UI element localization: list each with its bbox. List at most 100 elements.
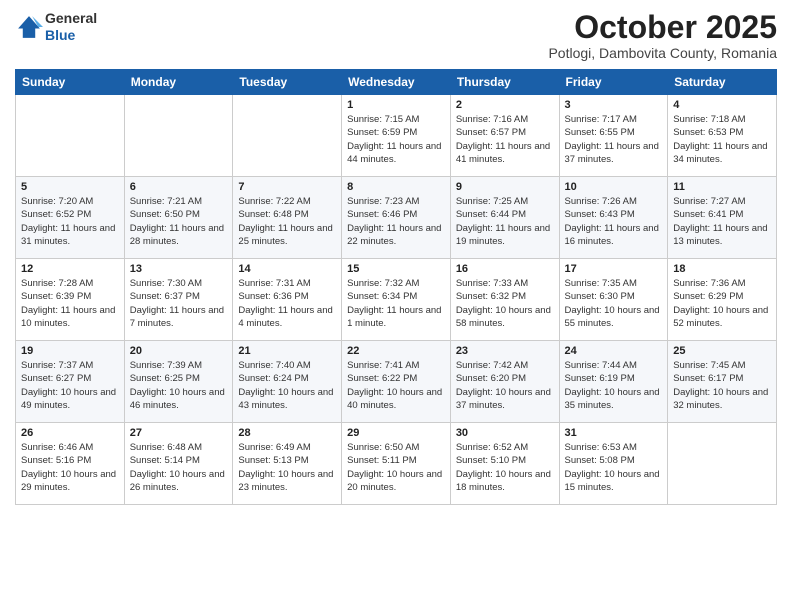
calendar-row: 1 Sunrise: 7:15 AMSunset: 6:59 PMDaylight…: [16, 95, 777, 177]
day-info: Sunrise: 7:31 AMSunset: 6:36 PMDaylight:…: [238, 277, 336, 330]
day-number: 16: [456, 263, 554, 275]
day-number: 20: [130, 345, 228, 357]
weekday-header: Tuesday: [233, 70, 342, 95]
calendar-cell: 29 Sunrise: 6:50 AMSunset: 5:11 PMDayligh…: [342, 423, 451, 505]
day-info: Sunrise: 6:50 AMSunset: 5:11 PMDaylight:…: [347, 441, 445, 494]
calendar-cell: 2 Sunrise: 7:16 AMSunset: 6:57 PMDaylight…: [450, 95, 559, 177]
day-number: 12: [21, 263, 119, 275]
location: Potlogi, Dambovita County, Romania: [548, 45, 777, 61]
calendar-cell: 16 Sunrise: 7:33 AMSunset: 6:32 PMDayligh…: [450, 259, 559, 341]
calendar-row: 26Sunrise: 6:46 AMSunset: 5:16 PMDayligh…: [16, 423, 777, 505]
day-info: Sunrise: 6:49 AMSunset: 5:13 PMDaylight:…: [238, 441, 336, 494]
day-number: 19: [21, 345, 119, 357]
calendar-cell: 28Sunrise: 6:49 AMSunset: 5:13 PMDayligh…: [233, 423, 342, 505]
day-number: 22: [347, 345, 445, 357]
calendar-cell: [16, 95, 125, 177]
calendar-cell: [124, 95, 233, 177]
calendar-cell: 5Sunrise: 7:20 AMSunset: 6:52 PMDaylight…: [16, 177, 125, 259]
day-number: 10: [565, 181, 663, 193]
day-info: Sunrise: 7:26 AMSunset: 6:43 PMDaylight:…: [565, 195, 663, 248]
calendar-cell: 12 Sunrise: 7:28 AMSunset: 6:39 PMDayligh…: [16, 259, 125, 341]
calendar-cell: 18Sunrise: 7:36 AMSunset: 6:29 PMDayligh…: [668, 259, 777, 341]
day-info: Sunrise: 7:20 AMSunset: 6:52 PMDaylight:…: [21, 195, 119, 248]
day-number: 11: [673, 181, 771, 193]
calendar-cell: 13Sunrise: 7:30 AMSunset: 6:37 PMDayligh…: [124, 259, 233, 341]
day-info: Sunrise: 7:42 AMSunset: 6:20 PMDaylight:…: [456, 359, 554, 412]
day-number: 14: [238, 263, 336, 275]
calendar-cell: 7 Sunrise: 7:22 AMSunset: 6:48 PMDaylight…: [233, 177, 342, 259]
logo-text: General Blue: [45, 10, 97, 44]
day-number: 21: [238, 345, 336, 357]
weekday-header: Wednesday: [342, 70, 451, 95]
calendar-cell: 26Sunrise: 6:46 AMSunset: 5:16 PMDayligh…: [16, 423, 125, 505]
calendar-cell: 23Sunrise: 7:42 AMSunset: 6:20 PMDayligh…: [450, 341, 559, 423]
day-info: Sunrise: 7:17 AMSunset: 6:55 PMDaylight:…: [565, 113, 663, 166]
day-info: Sunrise: 7:35 AMSunset: 6:30 PMDaylight:…: [565, 277, 663, 330]
weekday-header-row: SundayMondayTuesdayWednesdayThursdayFrid…: [16, 70, 777, 95]
day-number: 7: [238, 181, 336, 193]
day-info: Sunrise: 6:53 AMSunset: 5:08 PMDaylight:…: [565, 441, 663, 494]
calendar-cell: 19Sunrise: 7:37 AMSunset: 6:27 PMDayligh…: [16, 341, 125, 423]
calendar-cell: 30Sunrise: 6:52 AMSunset: 5:10 PMDayligh…: [450, 423, 559, 505]
day-number: 4: [673, 99, 771, 111]
calendar-cell: [233, 95, 342, 177]
calendar-row: 19Sunrise: 7:37 AMSunset: 6:27 PMDayligh…: [16, 341, 777, 423]
calendar-cell: 3Sunrise: 7:17 AMSunset: 6:55 PMDaylight…: [559, 95, 668, 177]
day-info: Sunrise: 7:30 AMSunset: 6:37 PMDaylight:…: [130, 277, 228, 330]
calendar-cell: 22 Sunrise: 7:41 AMSunset: 6:22 PMDayligh…: [342, 341, 451, 423]
day-number: 31: [565, 427, 663, 439]
day-info: Sunrise: 7:23 AMSunset: 6:46 PMDaylight:…: [347, 195, 445, 248]
day-number: 2: [456, 99, 554, 111]
calendar-cell: 6 Sunrise: 7:21 AMSunset: 6:50 PMDaylight…: [124, 177, 233, 259]
day-info: Sunrise: 7:16 AMSunset: 6:57 PMDaylight:…: [456, 113, 554, 166]
day-info: Sunrise: 7:32 AMSunset: 6:34 PMDaylight:…: [347, 277, 445, 330]
day-number: 29: [347, 427, 445, 439]
weekday-header: Sunday: [16, 70, 125, 95]
day-info: Sunrise: 7:39 AMSunset: 6:25 PMDaylight:…: [130, 359, 228, 412]
calendar-cell: 20 Sunrise: 7:39 AMSunset: 6:25 PMDayligh…: [124, 341, 233, 423]
calendar-cell: 4 Sunrise: 7:18 AMSunset: 6:53 PMDaylight…: [668, 95, 777, 177]
day-info: Sunrise: 6:46 AMSunset: 5:16 PMDaylight:…: [21, 441, 119, 494]
calendar-cell: 8 Sunrise: 7:23 AMSunset: 6:46 PMDaylight…: [342, 177, 451, 259]
day-info: Sunrise: 7:33 AMSunset: 6:32 PMDaylight:…: [456, 277, 554, 330]
weekday-header: Monday: [124, 70, 233, 95]
logo-icon: [15, 13, 43, 41]
weekday-header: Saturday: [668, 70, 777, 95]
calendar-cell: [668, 423, 777, 505]
calendar-cell: 27Sunrise: 6:48 AMSunset: 5:14 PMDayligh…: [124, 423, 233, 505]
day-number: 25: [673, 345, 771, 357]
day-info: Sunrise: 7:44 AMSunset: 6:19 PMDaylight:…: [565, 359, 663, 412]
header: General Blue October 2025 Potlogi, Dambo…: [15, 10, 777, 61]
calendar-cell: 21 Sunrise: 7:40 AMSunset: 6:24 PMDayligh…: [233, 341, 342, 423]
day-info: Sunrise: 7:15 AMSunset: 6:59 PMDaylight:…: [347, 113, 445, 166]
day-info: Sunrise: 7:40 AMSunset: 6:24 PMDaylight:…: [238, 359, 336, 412]
logo: General Blue: [15, 10, 97, 44]
day-info: Sunrise: 7:27 AMSunset: 6:41 PMDaylight:…: [673, 195, 771, 248]
calendar-cell: 24 Sunrise: 7:44 AMSunset: 6:19 PMDayligh…: [559, 341, 668, 423]
day-info: Sunrise: 7:21 AMSunset: 6:50 PMDaylight:…: [130, 195, 228, 248]
calendar-cell: 31 Sunrise: 6:53 AMSunset: 5:08 PMDayligh…: [559, 423, 668, 505]
calendar-cell: 15 Sunrise: 7:32 AMSunset: 6:34 PMDayligh…: [342, 259, 451, 341]
day-info: Sunrise: 7:18 AMSunset: 6:53 PMDaylight:…: [673, 113, 771, 166]
day-info: Sunrise: 7:45 AMSunset: 6:17 PMDaylight:…: [673, 359, 771, 412]
calendar-cell: 25 Sunrise: 7:45 AMSunset: 6:17 PMDayligh…: [668, 341, 777, 423]
day-number: 1: [347, 99, 445, 111]
calendar-cell: 10 Sunrise: 7:26 AMSunset: 6:43 PMDayligh…: [559, 177, 668, 259]
day-number: 24: [565, 345, 663, 357]
day-number: 18: [673, 263, 771, 275]
calendar-table: SundayMondayTuesdayWednesdayThursdayFrid…: [15, 69, 777, 505]
weekday-header: Thursday: [450, 70, 559, 95]
calendar-row: 12 Sunrise: 7:28 AMSunset: 6:39 PMDayligh…: [16, 259, 777, 341]
calendar-cell: 17 Sunrise: 7:35 AMSunset: 6:30 PMDayligh…: [559, 259, 668, 341]
day-number: 6: [130, 181, 228, 193]
day-info: Sunrise: 7:41 AMSunset: 6:22 PMDaylight:…: [347, 359, 445, 412]
day-number: 30: [456, 427, 554, 439]
day-number: 17: [565, 263, 663, 275]
day-number: 8: [347, 181, 445, 193]
day-info: Sunrise: 7:22 AMSunset: 6:48 PMDaylight:…: [238, 195, 336, 248]
day-number: 15: [347, 263, 445, 275]
day-number: 27: [130, 427, 228, 439]
calendar-cell: 9Sunrise: 7:25 AMSunset: 6:44 PMDaylight…: [450, 177, 559, 259]
day-number: 9: [456, 181, 554, 193]
day-info: Sunrise: 7:28 AMSunset: 6:39 PMDaylight:…: [21, 277, 119, 330]
